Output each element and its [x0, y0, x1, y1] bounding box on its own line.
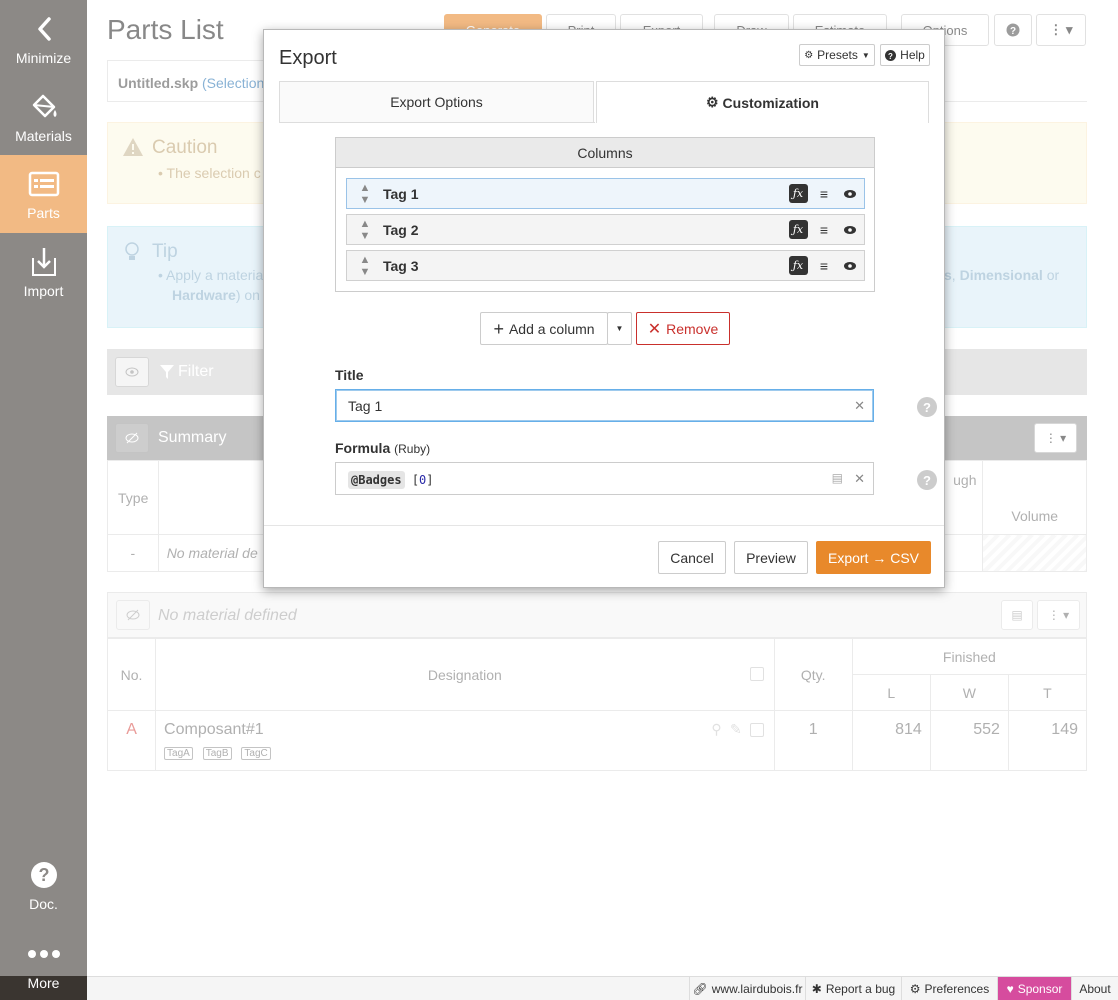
eye-icon[interactable] — [838, 184, 862, 204]
formula-bracket-close: ] — [426, 473, 434, 487]
align-left-icon[interactable]: ≡ — [812, 256, 836, 276]
tab-export-options[interactable]: Export Options — [279, 81, 594, 123]
question-circle-icon: ? — [885, 49, 897, 61]
column-name: Tag 2 — [383, 221, 419, 238]
website-label: www.lairdubois.fr — [711, 982, 803, 996]
modal-title: Export — [279, 47, 337, 69]
formula-icon[interactable]: ƒx — [786, 256, 810, 276]
add-column-button[interactable]: + Add a column — [480, 312, 608, 345]
add-column-dropdown[interactable]: ▼ — [607, 312, 632, 345]
caret-down-icon: ▼ — [615, 324, 624, 333]
formula-icon[interactable]: ƒx — [786, 220, 810, 240]
formula-label: Formula (Ruby) — [335, 440, 431, 456]
drag-handle-icon[interactable]: ▲ ▼ — [347, 218, 383, 242]
remove-label: Remove — [666, 320, 719, 337]
website-link[interactable]: 🔗︎ www.lairdubois.fr — [689, 977, 805, 1000]
help-button[interactable]: ? Help — [880, 44, 930, 66]
formula-icon[interactable]: ƒx — [786, 184, 810, 204]
eye-icon[interactable] — [838, 256, 862, 276]
tab-customization-label: Customization — [722, 94, 819, 111]
title-input[interactable]: Tag 1 ✕ — [335, 389, 874, 422]
footer: 🔗︎ www.lairdubois.fr ✱ Report a bug ⚙ Prefe… — [87, 976, 1118, 1000]
column-item[interactable]: ▲ ▼ Tag 2 ƒx ≡ — [346, 214, 865, 245]
gear-icon: ⚙ — [909, 982, 921, 996]
tab-underline — [279, 122, 595, 123]
preferences-link[interactable]: ⚙ Preferences — [901, 977, 997, 1000]
drag-handle-icon[interactable]: ▲ ▼ — [347, 254, 383, 278]
remove-column-button[interactable]: ✕ Remove — [636, 312, 730, 345]
plus-icon: + — [493, 318, 504, 339]
formula-hint: (Ruby) — [394, 442, 431, 456]
columns-header: Columns — [336, 138, 874, 168]
export-modal: Export ⚙ Presets ▼ ? Help Export Options… — [263, 29, 945, 588]
modal-footer-divider — [264, 525, 944, 526]
clear-icon[interactable]: ✕ — [854, 471, 865, 487]
eye-icon[interactable] — [838, 220, 862, 240]
caret-down-icon: ▼ — [861, 50, 870, 60]
preferences-label: Preferences — [924, 982, 990, 996]
title-input-value: Tag 1 — [348, 398, 383, 414]
drag-handle-icon[interactable]: ▲ ▼ — [347, 182, 383, 206]
add-column-label: Add a column — [508, 320, 595, 337]
formula-variable: @Badges — [348, 471, 405, 489]
column-name: Tag 1 — [383, 185, 419, 202]
title-help-icon[interactable]: ? — [917, 397, 937, 417]
title-label: Title — [335, 367, 364, 383]
column-item[interactable]: ▲ ▼ Tag 3 ƒx ≡ — [346, 250, 865, 281]
column-item[interactable]: ▲ ▼ Tag 1 ƒx ≡ — [346, 178, 865, 209]
heart-icon: ♥ — [1006, 982, 1014, 996]
close-icon: ✕ — [647, 320, 662, 338]
tab-customization[interactable]: ⚙ Customization — [596, 81, 929, 123]
sponsor-link[interactable]: ♥ Sponsor — [997, 977, 1071, 1000]
align-left-icon[interactable]: ≡ — [812, 220, 836, 240]
column-name: Tag 3 — [383, 257, 419, 274]
bug-icon: ✱ — [811, 982, 822, 996]
formula-bracket-open: [ — [411, 473, 420, 487]
svg-text:?: ? — [888, 52, 893, 61]
export-csv-button[interactable]: Export → CSV — [816, 541, 931, 574]
help-label: Help — [900, 48, 925, 62]
report-bug-link[interactable]: ✱ Report a bug — [805, 977, 901, 1000]
gear-icon: ⚙ — [705, 94, 719, 110]
clear-icon[interactable]: ✕ — [854, 398, 865, 414]
report-bug-label: Report a bug — [825, 982, 896, 996]
align-left-icon[interactable]: ≡ — [812, 184, 836, 204]
sliders-icon: ⚙ — [804, 49, 814, 61]
sponsor-label: Sponsor — [1017, 982, 1063, 996]
presets-button[interactable]: ⚙ Presets ▼ — [799, 44, 875, 66]
snippet-icon[interactable]: ▤ — [832, 471, 843, 485]
formula-editor[interactable]: @Badges [0] ▤ ✕ — [335, 462, 874, 495]
sidebar-item-label: More — [27, 975, 60, 991]
presets-label: Presets — [817, 48, 858, 62]
preview-button[interactable]: Preview — [734, 541, 808, 574]
formula-help-icon[interactable]: ? — [917, 470, 937, 490]
cancel-button[interactable]: Cancel — [658, 541, 726, 574]
link-icon: 🔗︎ — [692, 982, 708, 996]
formula-code: @Badges [0] — [348, 471, 434, 489]
about-link[interactable]: About — [1071, 977, 1118, 1000]
columns-panel: Columns ▲ ▼ Tag 1 ƒx ≡ ▲ ▼ Tag 2 ƒx ≡ ▲ ▼ T… — [335, 137, 875, 292]
